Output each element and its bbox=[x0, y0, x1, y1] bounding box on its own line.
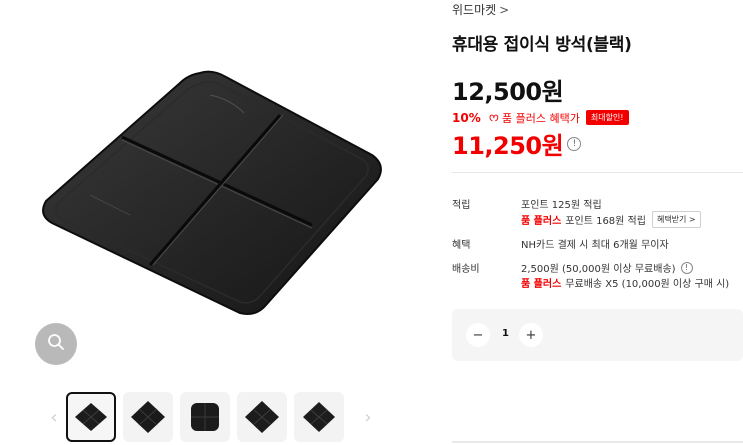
shipping-label: 배송비 bbox=[452, 264, 480, 275]
store-name: 위드마켓 bbox=[452, 3, 497, 17]
points-plus-value: 포인트 168원 적립 bbox=[565, 216, 646, 227]
increase-quantity-button[interactable]: + bbox=[519, 323, 543, 347]
final-price: 11,250원 ! bbox=[452, 126, 582, 161]
plus-membership-icon: ᰔ bbox=[488, 111, 499, 124]
thumbnail-next-arrow[interactable]: › bbox=[356, 392, 380, 442]
thumbnail-4[interactable] bbox=[237, 392, 287, 442]
cushion-thumbnail-icon bbox=[245, 401, 279, 433]
shipping-plus-value: 무료배송 X5 (10,000원 이상 구매 시) bbox=[565, 279, 730, 290]
points-plus-row: 품 플러스 포인트 168원 적립 혜택받기 > bbox=[521, 211, 701, 228]
cushion-thumbnail-icon bbox=[191, 403, 219, 431]
get-benefit-button[interactable]: 혜택받기 > bbox=[651, 211, 701, 228]
points-label: 적립 bbox=[452, 200, 471, 211]
search-icon bbox=[47, 333, 65, 355]
benefit-label: 혜택 bbox=[452, 240, 471, 251]
info-icon[interactable]: ! bbox=[567, 136, 582, 151]
shipping-info-icon[interactable]: ! bbox=[680, 261, 693, 274]
discount-rate: 10% bbox=[452, 110, 481, 125]
original-price: 12,500원 bbox=[452, 78, 564, 106]
thumbnail-prev-arrow[interactable]: ‹ bbox=[42, 392, 66, 442]
points-value: 포인트 125원 적립 bbox=[521, 200, 602, 211]
store-link[interactable]: 위드마켓 > bbox=[452, 1, 509, 18]
cushion-thumbnail-icon bbox=[131, 401, 165, 433]
thumbnail-strip: ‹ › bbox=[42, 392, 380, 442]
cushion-thumbnail-icon bbox=[75, 403, 107, 431]
max-discount-badge: 최대할인! bbox=[585, 110, 629, 125]
final-price-value: 11,250원 bbox=[452, 132, 564, 160]
benefit-value: NH카드 결제 시 최대 6개월 무이자 bbox=[521, 240, 669, 251]
benefit-price-label: 품 플러스 혜택가 bbox=[502, 111, 580, 125]
thumbnail-5[interactable] bbox=[294, 392, 344, 442]
chevron-right-icon: > bbox=[499, 2, 510, 17]
bottom-divider bbox=[452, 441, 743, 443]
shipping-value: 2,500원 (50,000원 이상 무료배송) bbox=[521, 264, 676, 275]
quantity-value[interactable]: 1 bbox=[502, 328, 509, 339]
decrease-quantity-button[interactable]: − bbox=[466, 323, 490, 347]
shipping-row: 2,500원 (50,000원 이상 무료배송) ! bbox=[521, 260, 693, 275]
benefit-price-line: 10% ᰔ 품 플러스 혜택가 최대할인! bbox=[452, 109, 629, 126]
zoom-button[interactable] bbox=[35, 323, 77, 365]
shipping-plus-row: 품 플러스 무료배송 X5 (10,000원 이상 구매 시) bbox=[521, 275, 729, 290]
quantity-stepper: − 1 + bbox=[452, 309, 743, 361]
thumbnail-1[interactable] bbox=[66, 392, 116, 442]
section-divider bbox=[452, 172, 743, 173]
thumbnail-3[interactable] bbox=[180, 392, 230, 442]
product-main-image bbox=[30, 55, 390, 325]
plus-brand-label: 품 플러스 bbox=[521, 216, 562, 227]
cushion-thumbnail-icon bbox=[303, 402, 335, 432]
thumbnail-2[interactable] bbox=[123, 392, 173, 442]
product-gallery: ‹ › bbox=[0, 0, 420, 445]
plus-brand-label: 품 플러스 bbox=[521, 279, 562, 290]
product-title: 휴대용 접이식 방석(블랙) bbox=[452, 35, 632, 55]
product-info-panel: 위드마켓 > 휴대용 접이식 방석(블랙) 12,500원 10% ᰔ 품 플러… bbox=[452, 0, 743, 445]
